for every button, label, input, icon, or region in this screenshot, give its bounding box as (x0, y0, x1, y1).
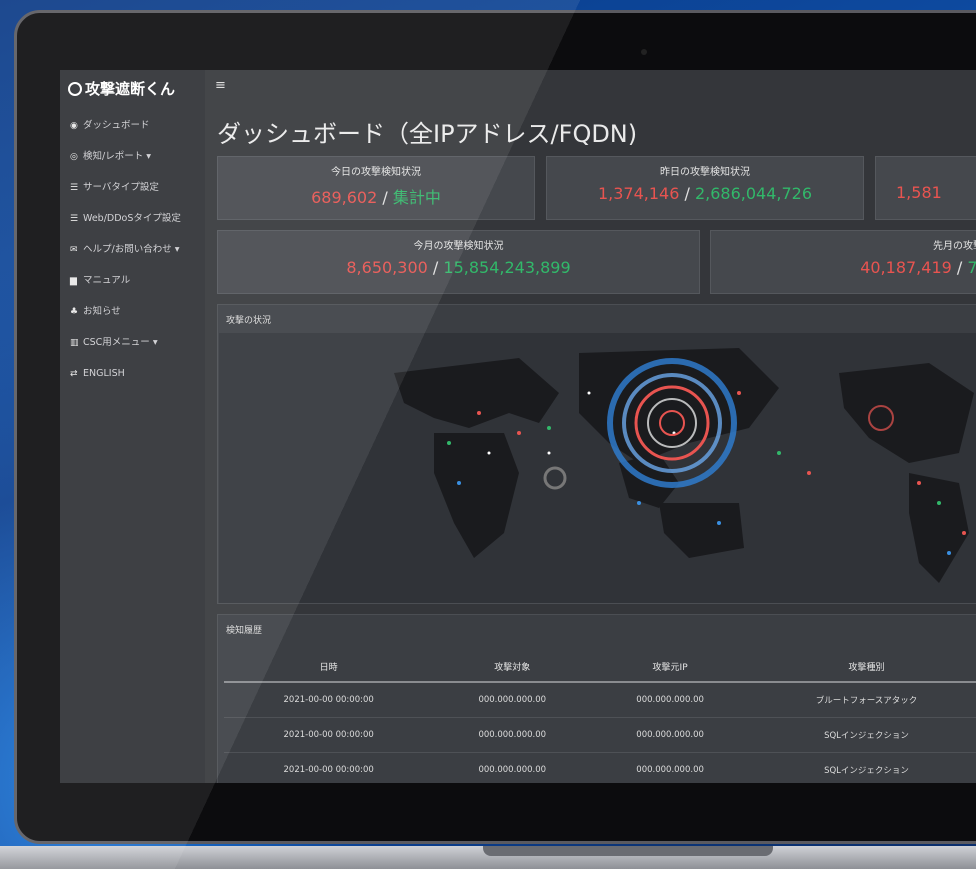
stat-card-third: 1,581 (875, 156, 976, 220)
chart-icon: ▥ (70, 338, 79, 348)
table-cell: 000.000.000.00 (433, 752, 592, 783)
stat-card-this-month: 今月の攻撃検知状況 8,650,300 / 15,854,243,899 (217, 230, 700, 294)
sidebar-item-english[interactable]: ⇄ ENGLISH (60, 358, 205, 389)
table-cell: ブルートフォースアタック (749, 682, 976, 718)
sidebar-item-news[interactable]: ♣ お知らせ (60, 296, 205, 327)
table-cell: 000.000.000.00 (433, 717, 592, 753)
table-cell: SQLインジェクション (749, 717, 976, 753)
table-cell: 000.000.000.00 (591, 682, 750, 718)
sidebar-nav: ◉ ダッシュボード ◎ 検知/レポート ▾ ☰ サーバタイプ設定 ☰ Web/DDoSタ… (60, 110, 205, 389)
bell-icon: ♣ (70, 307, 79, 317)
table-row[interactable]: 2021-00-00 00:00:00 000.000.000.00 000.0… (224, 682, 976, 718)
table-cell: 2021-00-00 00:00:00 (224, 717, 434, 753)
column-header-target[interactable]: 攻撃対象 (433, 651, 592, 683)
column-header-source-ip[interactable]: 攻撃元IP (591, 651, 750, 683)
book-icon: ▆ (70, 276, 77, 286)
table-cell: 000.000.000.00 (591, 752, 750, 783)
table-cell: 2021-00-00 00:00:00 (224, 682, 434, 718)
table-cell: 2021-00-00 00:00:00 (224, 752, 434, 783)
stat-card-last-month: 先月の攻撃検知 40,187,419 / 76,2 (710, 230, 976, 294)
sidebar-item-server-type[interactable]: ☰ サーバタイプ設定 (60, 172, 205, 203)
sidebar-item-help[interactable]: ✉ ヘルプ/お問い合わせ ▾ (60, 234, 205, 265)
mail-icon: ✉ (70, 245, 78, 255)
sidebar-item-detection-report[interactable]: ◎ 検知/レポート ▾ (60, 141, 205, 172)
table-header-row: 日時 攻撃対象 攻撃元IP 攻撃種別 (224, 651, 976, 683)
table-row[interactable]: 2021-00-00 00:00:00 000.000.000.00 000.0… (224, 752, 976, 783)
world-map-graphic (394, 348, 974, 583)
swap-icon: ⇄ (70, 369, 78, 379)
hamburger-icon[interactable]: ≡ (215, 78, 226, 93)
list-icon: ☰ (70, 183, 79, 193)
page-title: ダッシュボード（全IPアドレス/FQDN) (217, 120, 638, 148)
sidebar: 攻撃遮断くん ◉ ダッシュボード ◎ 検知/レポート ▾ ☰ サーバタイプ設定 ☰ We… (60, 70, 205, 783)
stat-card-today: 今日の攻撃検知状況 689,602 / 集計中 (217, 156, 535, 220)
column-header-datetime[interactable]: 日時 (224, 651, 434, 683)
sidebar-item-web-ddos[interactable]: ☰ Web/DDoSタイプ設定 (60, 203, 205, 234)
attack-map-panel: 攻撃の状況 (217, 304, 976, 604)
table-cell: 000.000.000.00 (433, 682, 592, 718)
column-header-attack-type[interactable]: 攻撃種別 (749, 651, 976, 683)
list-icon: ☰ (70, 214, 79, 224)
app-logo[interactable]: 攻撃遮断くん (68, 78, 175, 99)
laptop-notch (483, 846, 773, 856)
dashboard-icon: ◉ (70, 121, 78, 131)
eye-icon: ◎ (70, 152, 78, 162)
app-screen: 攻撃遮断くん ◉ ダッシュボード ◎ 検知/レポート ▾ ☰ サーバタイプ設定 ☰ We… (60, 70, 976, 783)
detection-history-panel: 検知履歴 日時 攻撃対象 攻撃元IP 攻撃種別 2021-00-00 00:00… (217, 614, 976, 783)
sidebar-item-dashboard[interactable]: ◉ ダッシュボード (60, 110, 205, 141)
stat-card-yesterday: 昨日の攻撃検知状況 1,374,146 / 2,686,044,726 (546, 156, 864, 220)
detection-history-table: 日時 攻撃対象 攻撃元IP 攻撃種別 2021-00-00 00:00:00 0… (224, 651, 976, 783)
world-attack-map[interactable] (219, 333, 976, 603)
camera-icon (641, 49, 647, 55)
table-row[interactable]: 2021-00-00 00:00:00 000.000.000.00 000.0… (224, 717, 976, 753)
sidebar-item-csc-menu[interactable]: ▥ CSC用メニュー ▾ (60, 327, 205, 358)
sidebar-item-manual[interactable]: ▆ マニュアル (60, 265, 205, 296)
shield-icon (68, 82, 82, 96)
table-cell: SQLインジェクション (749, 752, 976, 783)
table-cell: 000.000.000.00 (591, 717, 750, 753)
